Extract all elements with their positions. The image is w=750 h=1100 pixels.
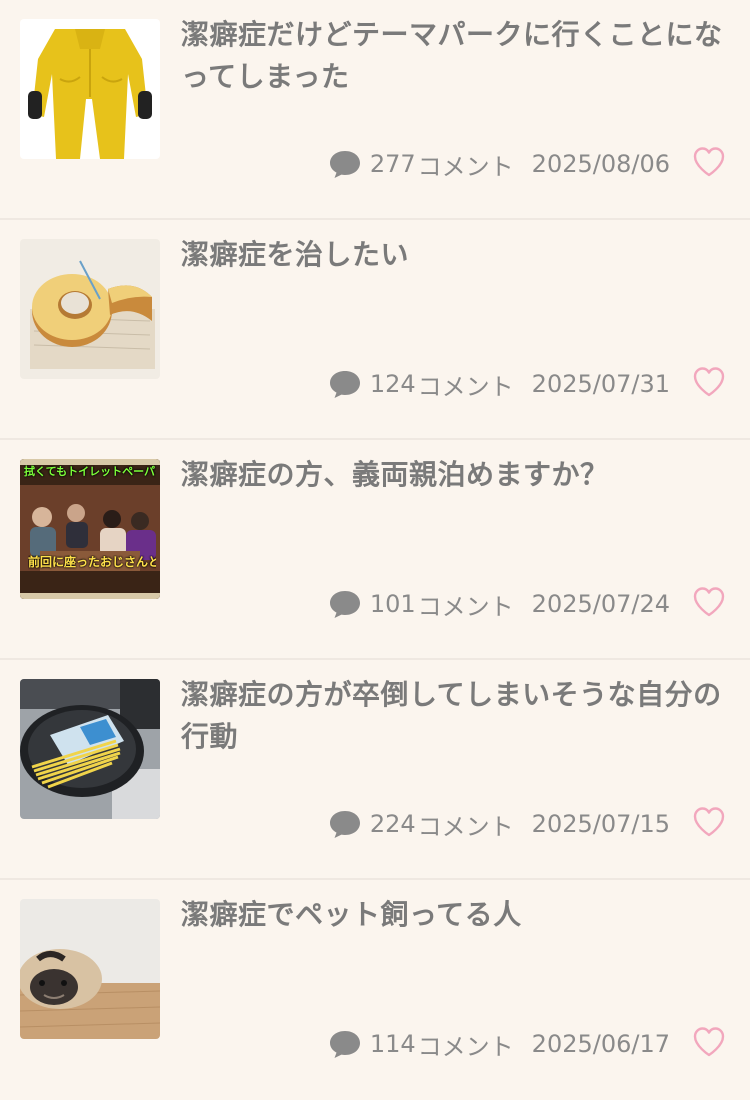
- comment-label: コメント: [417, 372, 514, 401]
- comment-bubble-icon: [328, 808, 362, 840]
- comment-bubble-icon: [328, 588, 362, 620]
- comment-count: 124: [369, 370, 416, 398]
- topic-title[interactable]: 潔癖症の方が卒倒してしまいそうな自分の行動: [181, 674, 731, 758]
- post-date: 2025/07/15: [531, 810, 670, 838]
- list-item[interactable]: 潔癖症を治したい 124 コメント 2025/07/31: [0, 220, 750, 440]
- thumbnail-baumkuchen[interactable]: [20, 239, 160, 379]
- comment-label: コメント: [417, 592, 514, 621]
- comment-bubble-icon: [328, 148, 362, 180]
- topic-meta: 101 コメント 2025/07/24: [328, 586, 670, 622]
- post-date: 2025/07/24: [531, 590, 670, 618]
- thumbnail-tv-show[interactable]: 拭くてもトイレットペーパーを 前回に座ったおじさんと: [20, 459, 160, 599]
- heart-icon[interactable]: [692, 145, 726, 179]
- list-item[interactable]: 潔癖症だけどテーマパークに行くことになってしまった 277 コメント 2025/…: [0, 0, 750, 220]
- topic-meta: 124 コメント 2025/07/31: [328, 366, 670, 402]
- list-item[interactable]: 潔癖症の方が卒倒してしまいそうな自分の行動 224 コメント 2025/07/1…: [0, 660, 750, 880]
- comment-label: コメント: [417, 812, 514, 841]
- comment-count: 224: [369, 810, 416, 838]
- heart-icon[interactable]: [692, 365, 726, 399]
- list-item[interactable]: 潔癖症でペット飼ってる人 114 コメント 2025/06/17: [0, 880, 750, 1100]
- comment-label: コメント: [417, 1032, 514, 1061]
- comment-bubble-icon: [328, 368, 362, 400]
- heart-icon[interactable]: [692, 585, 726, 619]
- thumb-caption-top: 拭くてもトイレットペーパーを: [24, 465, 156, 478]
- comment-count: 277: [369, 150, 416, 178]
- topic-list: 潔癖症だけどテーマパークに行くことになってしまった 277 コメント 2025/…: [0, 0, 750, 1078]
- heart-icon[interactable]: [692, 805, 726, 839]
- topic-title[interactable]: 潔癖症の方、義両親泊めますか？: [181, 454, 731, 496]
- topic-meta: 224 コメント 2025/07/15: [328, 806, 670, 842]
- thumb-caption-bottom: 前回に座ったおじさんと: [28, 555, 156, 569]
- topic-title[interactable]: 潔癖症を治したい: [181, 234, 731, 276]
- post-date: 2025/08/06: [531, 150, 670, 178]
- topic-title[interactable]: 潔癖症だけどテーマパークに行くことになってしまった: [181, 14, 731, 98]
- thumbnail-hazmat-suit[interactable]: [20, 19, 160, 159]
- comment-label: コメント: [417, 152, 514, 181]
- heart-icon[interactable]: [692, 1025, 726, 1059]
- post-date: 2025/07/31: [531, 370, 670, 398]
- comment-count: 101: [369, 590, 416, 618]
- comment-bubble-icon: [328, 1028, 362, 1060]
- thumbnail-pasta-pan[interactable]: [20, 679, 160, 819]
- comment-count: 114: [369, 1030, 416, 1058]
- topic-meta: 277 コメント 2025/08/06: [328, 146, 670, 182]
- topic-title[interactable]: 潔癖症でペット飼ってる人: [181, 894, 731, 936]
- list-item[interactable]: 拭くてもトイレットペーパーを 前回に座ったおじさんと 潔癖症の方、義両親泊めます…: [0, 440, 750, 660]
- topic-meta: 114 コメント 2025/06/17: [328, 1026, 670, 1062]
- post-date: 2025/06/17: [531, 1030, 670, 1058]
- thumbnail-pug[interactable]: [20, 899, 160, 1039]
